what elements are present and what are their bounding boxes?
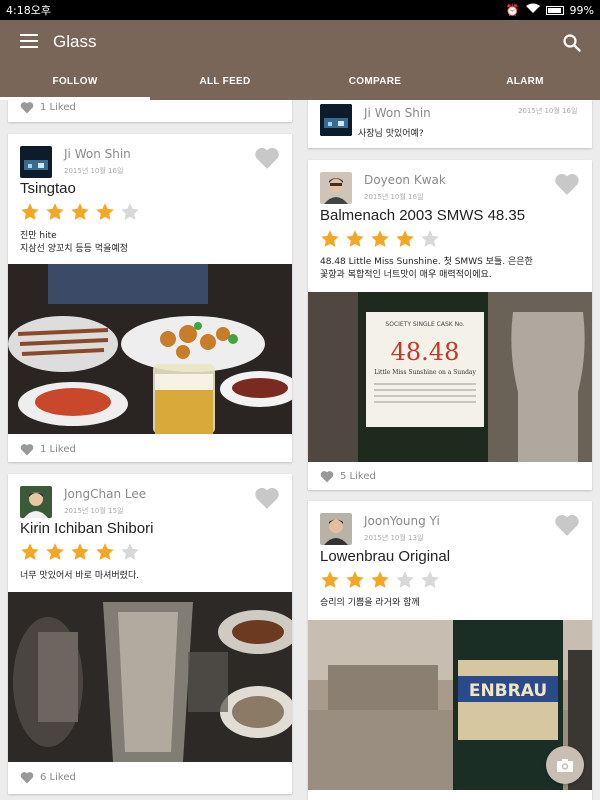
star-filled-icon [21, 543, 39, 560]
avatar [20, 486, 52, 518]
like-count: 5 Liked [320, 470, 376, 483]
menu-icon[interactable] [20, 34, 38, 48]
bottle-label-code: 48.48 [391, 338, 460, 366]
post-photo[interactable] [8, 592, 292, 762]
star-filled-icon [21, 203, 39, 220]
heart-icon[interactable] [254, 486, 280, 510]
star-empty-icon [421, 571, 439, 588]
like-count: 1 Liked [20, 101, 76, 114]
avatar [320, 513, 352, 545]
heart-icon[interactable] [254, 146, 280, 170]
post-date: 2015년 10월 16일 [64, 167, 124, 175]
heart-icon[interactable] [20, 101, 34, 114]
post-comment: 진만 hite 지삼선 양꼬치 등등 먹을예정 [20, 231, 128, 254]
bottle-label-name: Little Miss Sunshine on a Sunday [374, 369, 476, 376]
bottle-label-header: SOCIETY SINGLE CASK No. [385, 321, 464, 328]
battery-icon [545, 5, 564, 15]
star-empty-icon [396, 571, 414, 588]
status-bar: 4:18오후 ⏰ 99% [0, 0, 600, 20]
star-filled-icon [96, 203, 114, 220]
tab-bar: FOLLOW ALL FEED COMPARE ALARM [0, 70, 600, 100]
star-filled-icon [346, 571, 364, 588]
beer-name[interactable]: Balmenach 2003 SMWS 48.35 [320, 207, 525, 224]
post-date: 2015년 10월 13일 [364, 534, 424, 542]
feed-card[interactable]: JongChan Lee 2015년 10월 15일 Kirin Ichiban… [8, 474, 292, 794]
author-name[interactable]: Ji Won Shin [64, 147, 131, 161]
star-filled-icon [371, 571, 389, 588]
star-filled-icon [396, 230, 414, 247]
feed-card-partial[interactable]: 1 Liked [8, 100, 292, 122]
wifi-icon [525, 3, 540, 17]
app-title: Glass [53, 32, 97, 51]
star-filled-icon [71, 543, 89, 560]
star-empty-icon [121, 203, 139, 220]
star-filled-icon [96, 543, 114, 560]
star-filled-icon [46, 543, 64, 560]
app-bar: Glass FOLLOW ALL FEED COMPARE ALARM [0, 20, 600, 100]
like-count: 1 Liked [20, 443, 76, 456]
beer-name[interactable]: Tsingtao [20, 180, 76, 197]
feed-card[interactable]: Doyeon Kwak 2015년 10월 16일 Balmenach 2003… [308, 160, 592, 490]
heart-icon[interactable] [554, 172, 580, 196]
heart-icon[interactable] [20, 443, 34, 456]
star-filled-icon [371, 230, 389, 247]
rating-stars [320, 229, 440, 249]
heart-icon[interactable] [320, 470, 334, 483]
author-name[interactable]: Doyeon Kwak [364, 173, 446, 187]
camera-fab-button[interactable] [546, 746, 584, 784]
author-name[interactable]: JoonYoung Yi [364, 514, 440, 528]
star-filled-icon [46, 203, 64, 220]
camera-icon [557, 758, 573, 772]
post-photo[interactable] [8, 264, 292, 434]
star-filled-icon [321, 230, 339, 247]
tab-compare[interactable]: COMPARE [300, 70, 450, 100]
like-count: 6 Liked [20, 771, 76, 784]
like-count-label: 6 Liked [40, 772, 76, 783]
author-name[interactable]: Ji Won Shin [364, 106, 431, 120]
feed-card[interactable]: Ji Won Shin 2015년 10월 16일 Tsingtao 진만 hi… [8, 134, 292, 462]
star-filled-icon [71, 203, 89, 220]
star-filled-icon [321, 571, 339, 588]
rating-stars [20, 202, 140, 222]
avatar [20, 146, 52, 178]
search-icon[interactable] [562, 33, 582, 53]
tab-alarm[interactable]: ALARM [450, 70, 600, 100]
post-photo[interactable]: SOCIETY SINGLE CASK No. 48.48 Little Mis… [308, 292, 592, 462]
tab-all-feed[interactable]: ALL FEED [150, 70, 300, 100]
beer-name[interactable]: Kirin Ichiban Shibori [20, 520, 153, 537]
status-time: 4:18오후 [6, 4, 51, 17]
post-comment: 너무 맛있어서 바로 마셔버렸다. [20, 571, 140, 581]
rating-stars [20, 542, 140, 562]
post-date: 2015년 10월 16일 [518, 107, 578, 115]
avatar [320, 104, 352, 136]
avatar [320, 172, 352, 204]
rating-stars [320, 570, 440, 590]
battery-percent: 99% [569, 3, 594, 17]
heart-icon[interactable] [20, 771, 34, 784]
like-count-label: 5 Liked [340, 471, 376, 482]
bottle-label-brand: ENBRAU [469, 681, 547, 701]
like-count-label: 1 Liked [40, 444, 76, 455]
post-comment: 승리의 기쁨을 라거와 함께 [320, 598, 420, 608]
post-date: 2015년 10월 15일 [64, 507, 124, 515]
star-empty-icon [421, 230, 439, 247]
like-count-label: 1 Liked [40, 102, 76, 113]
alarm-clock-icon: ⏰ [505, 3, 520, 17]
star-filled-icon [346, 230, 364, 247]
feed-card-partial[interactable]: Ji Won Shin 2015년 10월 16일 사장님 맛있어예? [308, 100, 592, 148]
post-comment: 사장님 맛있어예? [358, 129, 424, 139]
star-empty-icon [121, 543, 139, 560]
tab-follow[interactable]: FOLLOW [0, 70, 150, 100]
beer-name[interactable]: Lowenbrau Original [320, 548, 450, 565]
author-name[interactable]: JongChan Lee [64, 487, 146, 501]
heart-icon[interactable] [554, 513, 580, 537]
post-date: 2015년 10월 16일 [364, 193, 424, 201]
post-comment: 48.48 Little Miss Sunshine. 첫 SMWS 보틀. 은… [320, 257, 533, 280]
